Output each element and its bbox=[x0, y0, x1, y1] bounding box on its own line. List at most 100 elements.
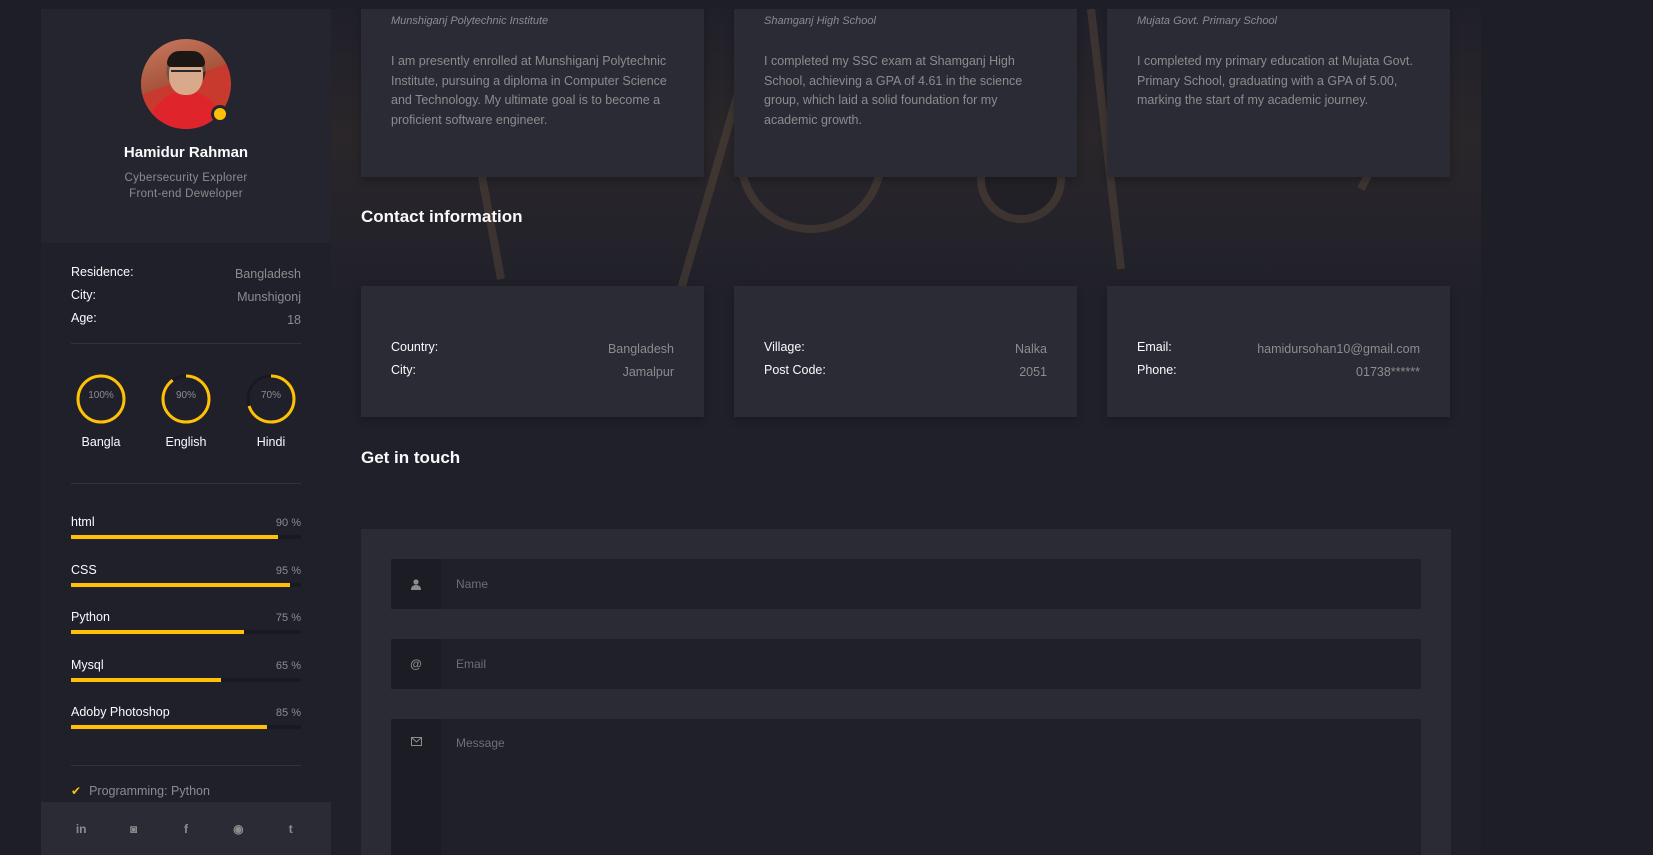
main-content: Munshiganj Polytechnic Institute I am pr… bbox=[331, 9, 1481, 855]
info-row-city: City: Munshigonj bbox=[71, 288, 301, 311]
contact-form: @ bbox=[361, 529, 1451, 855]
skill-percent: 95 % bbox=[275, 564, 301, 577]
contact-card: Email: hamidursohan10@gmail.com Phone: 0… bbox=[1107, 286, 1450, 417]
contact-label: Phone: bbox=[1137, 363, 1177, 377]
knowledge-item: ✔ Programming: Python bbox=[71, 784, 210, 798]
user-icon bbox=[391, 559, 441, 609]
check-icon: ✔ bbox=[71, 784, 82, 798]
skill-bar-track bbox=[71, 677, 301, 682]
contact-email-link[interactable]: hamidursohan10@gmail.com bbox=[1257, 340, 1420, 356]
skill-percent: 75 % bbox=[275, 612, 301, 624]
contact-value: Jamalpur bbox=[622, 365, 674, 379]
email-input[interactable] bbox=[441, 639, 1421, 689]
message-field bbox=[391, 719, 1421, 855]
name-field bbox=[391, 559, 1421, 609]
school-name: Munshiganj Polytechnic Institute bbox=[391, 15, 549, 27]
contact-value: 01738****** bbox=[1356, 365, 1420, 379]
skill-bar-fill bbox=[71, 582, 290, 587]
skill-bar-fill bbox=[71, 725, 267, 729]
contact-row: Country: Bangladesh bbox=[391, 340, 674, 356]
skill-percent: 85 % bbox=[275, 707, 301, 719]
get-in-touch-title: Get in touch bbox=[361, 448, 461, 467]
profile-name: Hamidur Rahman bbox=[123, 144, 249, 161]
github-icon[interactable]: ◉ bbox=[226, 817, 250, 841]
contact-section-title: Contact information bbox=[361, 207, 523, 226]
info-row-age: Age: 18 bbox=[71, 311, 301, 334]
language-percent: 90% bbox=[175, 390, 196, 401]
divider bbox=[71, 483, 301, 484]
contact-label: City: bbox=[391, 363, 416, 377]
message-textarea[interactable] bbox=[441, 719, 1421, 855]
profile-role: Front-end Deweloper bbox=[129, 188, 243, 200]
page-frame: Hamidur Rahman Cybersecurity Explorer Fr… bbox=[41, 9, 1481, 855]
contact-row: City: Jamalpur bbox=[391, 363, 674, 379]
skill-name: Mysql bbox=[71, 657, 104, 672]
education-card: Munshiganj Polytechnic Institute I am pr… bbox=[361, 9, 704, 177]
contact-value: 2051 bbox=[1019, 365, 1047, 379]
info-label: City: bbox=[71, 288, 96, 302]
contact-row: Email: hamidursohan10@gmail.com bbox=[1137, 340, 1420, 356]
social-links: in ◙ f ◉ t bbox=[41, 802, 331, 855]
skill-item: html 90 % bbox=[71, 515, 301, 563]
divider bbox=[71, 343, 301, 344]
education-card: Mujata Govt. Primary School I completed … bbox=[1107, 9, 1450, 177]
skill-item: CSS 95 % bbox=[71, 563, 301, 611]
skill-percent: 90 % bbox=[275, 517, 301, 529]
school-name: Shamganj High School bbox=[764, 15, 876, 27]
contact-card: Village: Nalka Post Code: 2051 bbox=[734, 286, 1077, 417]
name-input[interactable] bbox=[441, 559, 1421, 609]
contact-row: Phone: 01738****** bbox=[1137, 363, 1420, 379]
divider bbox=[71, 765, 301, 766]
sidebar: Hamidur Rahman Cybersecurity Explorer Fr… bbox=[41, 9, 331, 855]
contact-row: Village: Nalka bbox=[764, 340, 1047, 356]
skill-name: Python bbox=[71, 610, 110, 624]
language-label: Hindi bbox=[256, 435, 286, 449]
profile-role: Cybersecurity Explorer bbox=[124, 172, 248, 184]
skill-item: Python 75 % bbox=[71, 610, 301, 658]
skill-name: Adoby Photoshop bbox=[71, 705, 170, 719]
knowledge-label: Programming: Python bbox=[89, 784, 210, 798]
language-label: Bangla bbox=[81, 435, 121, 449]
language-english: 90% English bbox=[156, 373, 216, 449]
info-value: Bangladesh bbox=[234, 267, 301, 281]
skill-bar-fill bbox=[71, 630, 244, 634]
info-row-residence: Residence: Bangladesh bbox=[71, 265, 301, 288]
contact-value: Nalka bbox=[1015, 342, 1047, 356]
contact-label: Village: bbox=[764, 340, 805, 354]
info-label: Residence: bbox=[71, 265, 134, 279]
skill-bar-fill bbox=[71, 677, 221, 682]
online-status-dot bbox=[211, 105, 229, 123]
info-value: Munshigonj bbox=[237, 290, 301, 304]
info-value: 18 bbox=[287, 313, 301, 327]
skill-bar-track bbox=[71, 725, 301, 729]
language-progress: 100% Bangla 90% English 70% Hindi bbox=[71, 373, 301, 453]
skill-name: html bbox=[71, 515, 95, 529]
language-percent: 70% bbox=[260, 390, 281, 401]
language-label: English bbox=[165, 435, 207, 449]
language-hindi: 70% Hindi bbox=[241, 373, 301, 449]
education-card: Shamganj High School I completed my SSC … bbox=[734, 9, 1077, 177]
at-icon: @ bbox=[391, 639, 441, 689]
skill-bar-track bbox=[71, 582, 301, 587]
skills-list: html 90 % CSS 95 % Python 75 % Mysql 65 … bbox=[71, 515, 301, 753]
skill-bar-fill bbox=[71, 535, 278, 539]
info-label: Age: bbox=[71, 311, 97, 325]
school-name: Mujata Govt. Primary School bbox=[1137, 15, 1277, 27]
education-description: I am presently enrolled at Munshiganj Po… bbox=[391, 54, 667, 127]
avatar bbox=[141, 39, 231, 129]
skill-bar-track bbox=[71, 630, 301, 634]
contact-label: Email: bbox=[1137, 340, 1172, 354]
discord-icon[interactable]: ◙ bbox=[122, 817, 146, 841]
skill-name: CSS bbox=[71, 562, 97, 577]
skill-item: Mysql 65 % bbox=[71, 658, 301, 706]
education-description: I completed my primary education at Muja… bbox=[1137, 54, 1413, 107]
email-field: @ bbox=[391, 639, 1421, 689]
envelope-icon bbox=[391, 719, 441, 855]
contact-value: Bangladesh bbox=[607, 342, 674, 356]
language-bangla: 100% Bangla bbox=[71, 373, 131, 449]
contact-card: Country: Bangladesh City: Jamalpur bbox=[361, 286, 704, 417]
twitter-icon[interactable]: t bbox=[279, 817, 303, 841]
language-percent: 100% bbox=[88, 390, 114, 401]
linkedin-icon[interactable]: in bbox=[69, 817, 93, 841]
facebook-icon[interactable]: f bbox=[174, 817, 198, 841]
